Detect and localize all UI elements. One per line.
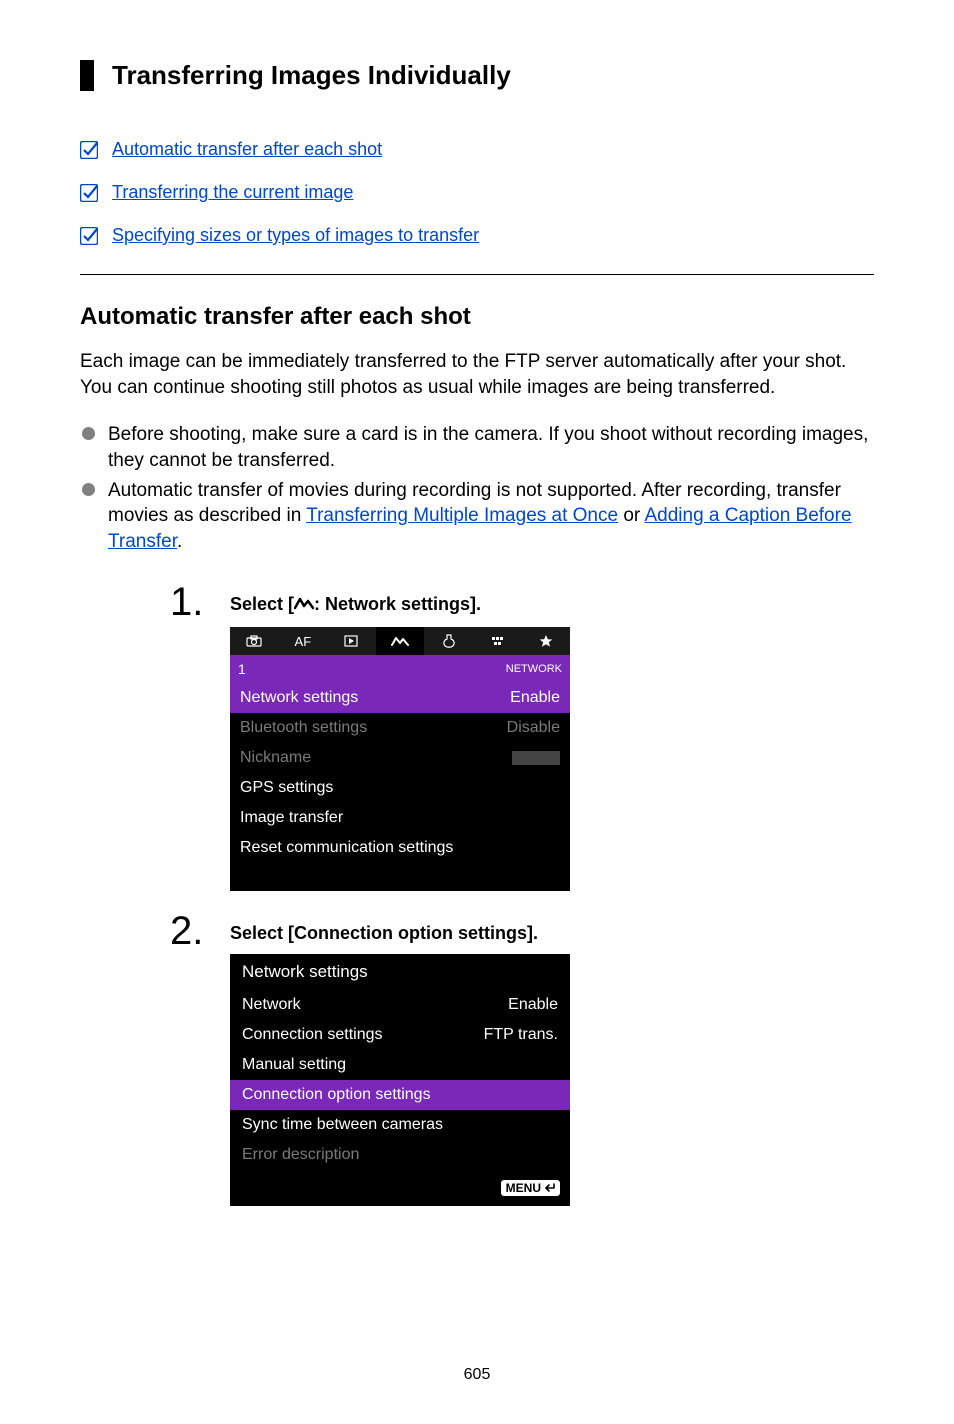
- section-divider: [80, 274, 874, 275]
- menu-row-nickname: Nickname: [230, 743, 570, 773]
- cam-page-number: 1: [238, 661, 246, 677]
- menu-row-gps: GPS settings: [230, 773, 570, 803]
- menu-row-network: Network Enable: [230, 990, 570, 1020]
- section-intro: Each image can be immediately transferre…: [80, 349, 874, 400]
- toc-item: Specifying sizes or types of images to t…: [80, 225, 874, 246]
- step-instruction: Select [Connection option settings].: [230, 923, 874, 944]
- cam-tab-setup: [424, 627, 473, 655]
- menu-label: Error description: [242, 1146, 359, 1164]
- toc-list: Automatic transfer after each shot Trans…: [80, 139, 874, 246]
- cam-page-label: NETWORK: [506, 663, 562, 675]
- bullet-text-middle: or: [618, 505, 644, 526]
- steps-container: 1. Select [ : Network settings]. AF 1 NET…: [170, 580, 874, 1206]
- menu-row-error-desc: Error description: [230, 1140, 570, 1170]
- menu-label: Network: [242, 996, 301, 1014]
- network-icon: [294, 596, 314, 617]
- cam-tab-mymenu: [521, 627, 570, 655]
- step-2: 2. Select [Connection option settings]. …: [170, 909, 874, 1206]
- menu-row-conn-settings: Connection settings FTP trans.: [230, 1020, 570, 1050]
- cam-footer: MENU: [230, 1170, 570, 1206]
- checkbox-icon: [80, 141, 98, 159]
- bullet-list: Before shooting, make sure a card is in …: [80, 422, 874, 554]
- toc-item: Automatic transfer after each shot: [80, 139, 874, 160]
- camera-screenshot-2: Network settings Network Enable Connecti…: [230, 954, 570, 1206]
- step-number: 1.: [170, 580, 230, 891]
- step-content: Select [Connection option settings]. Net…: [230, 909, 874, 1206]
- page-number: 605: [80, 1366, 874, 1384]
- step-content: Select [ : Network settings]. AF 1 NETWOR…: [230, 580, 874, 891]
- bullet-item: Automatic transfer of movies during reco…: [80, 478, 874, 555]
- menu-label: Sync time between cameras: [242, 1116, 443, 1134]
- toc-link-current-image[interactable]: Transferring the current image: [112, 182, 353, 203]
- menu-label: Manual setting: [242, 1056, 346, 1074]
- nickname-redacted: [512, 751, 560, 765]
- menu-row-bluetooth: Bluetooth settings Disable: [230, 713, 570, 743]
- cam-page-row: 1 NETWORK: [230, 655, 570, 683]
- menu-label: Network settings: [240, 689, 358, 707]
- cam-tab-camera: [230, 627, 279, 655]
- bullet-icon: [82, 483, 95, 496]
- menu-row-conn-option: Connection option settings: [230, 1080, 570, 1110]
- cam-screen-title: Network settings: [230, 954, 570, 990]
- bullet-item: Before shooting, make sure a card is in …: [80, 422, 874, 473]
- menu-label: Reset communication settings: [240, 839, 453, 857]
- menu-row-reset-comm: Reset communication settings: [230, 833, 570, 863]
- menu-value: FTP trans.: [484, 1026, 558, 1044]
- menu-row-manual-setting: Manual setting: [230, 1050, 570, 1080]
- menu-label: Connection option settings: [242, 1086, 431, 1104]
- cam-footer-spacer: [230, 863, 570, 891]
- bullet-icon: [82, 427, 95, 440]
- cam-tab-playback: [327, 627, 376, 655]
- step-text-suffix: : Network settings].: [314, 594, 481, 614]
- menu-label: GPS settings: [240, 779, 333, 797]
- page-title-container: Transferring Images Individually: [80, 60, 874, 91]
- cam-tab-bar: AF: [230, 627, 570, 655]
- link-transfer-multiple[interactable]: Transferring Multiple Images at Once: [306, 505, 618, 526]
- bullet-text: Before shooting, make sure a card is in …: [108, 424, 868, 471]
- menu-label: Bluetooth settings: [240, 719, 367, 737]
- cam-tab-network: [376, 627, 425, 655]
- step-number: 2.: [170, 909, 230, 1206]
- return-icon: [543, 1183, 555, 1193]
- step-instruction: Select [ : Network settings].: [230, 594, 874, 617]
- cam-tab-af: AF: [279, 627, 328, 655]
- camera-screenshot-1: AF 1 NETWORK Network settings Enable Blu…: [230, 627, 570, 891]
- toc-link-auto-transfer[interactable]: Automatic transfer after each shot: [112, 139, 382, 160]
- menu-value: Enable: [510, 689, 560, 707]
- menu-label: Nickname: [240, 749, 311, 767]
- page-title: Transferring Images Individually: [112, 60, 874, 91]
- menu-label: MENU: [506, 1181, 541, 1195]
- checkbox-icon: [80, 184, 98, 202]
- step-text-prefix: Select [: [230, 594, 294, 614]
- cam-tab-custom: [473, 627, 522, 655]
- menu-row-image-transfer: Image transfer: [230, 803, 570, 833]
- toc-link-sizes-types[interactable]: Specifying sizes or types of images to t…: [112, 225, 479, 246]
- bullet-text-suffix: .: [177, 531, 182, 552]
- step-1: 1. Select [ : Network settings]. AF 1 NET…: [170, 580, 874, 891]
- section-heading: Automatic transfer after each shot: [80, 303, 874, 331]
- menu-back-button: MENU: [501, 1180, 560, 1196]
- menu-label: Connection settings: [242, 1026, 383, 1044]
- menu-value: Disable: [507, 719, 560, 737]
- menu-label: Image transfer: [240, 809, 343, 827]
- menu-row-sync-time: Sync time between cameras: [230, 1110, 570, 1140]
- menu-row-network-settings: Network settings Enable: [230, 683, 570, 713]
- menu-value: Enable: [508, 996, 558, 1014]
- toc-item: Transferring the current image: [80, 182, 874, 203]
- checkbox-icon: [80, 227, 98, 245]
